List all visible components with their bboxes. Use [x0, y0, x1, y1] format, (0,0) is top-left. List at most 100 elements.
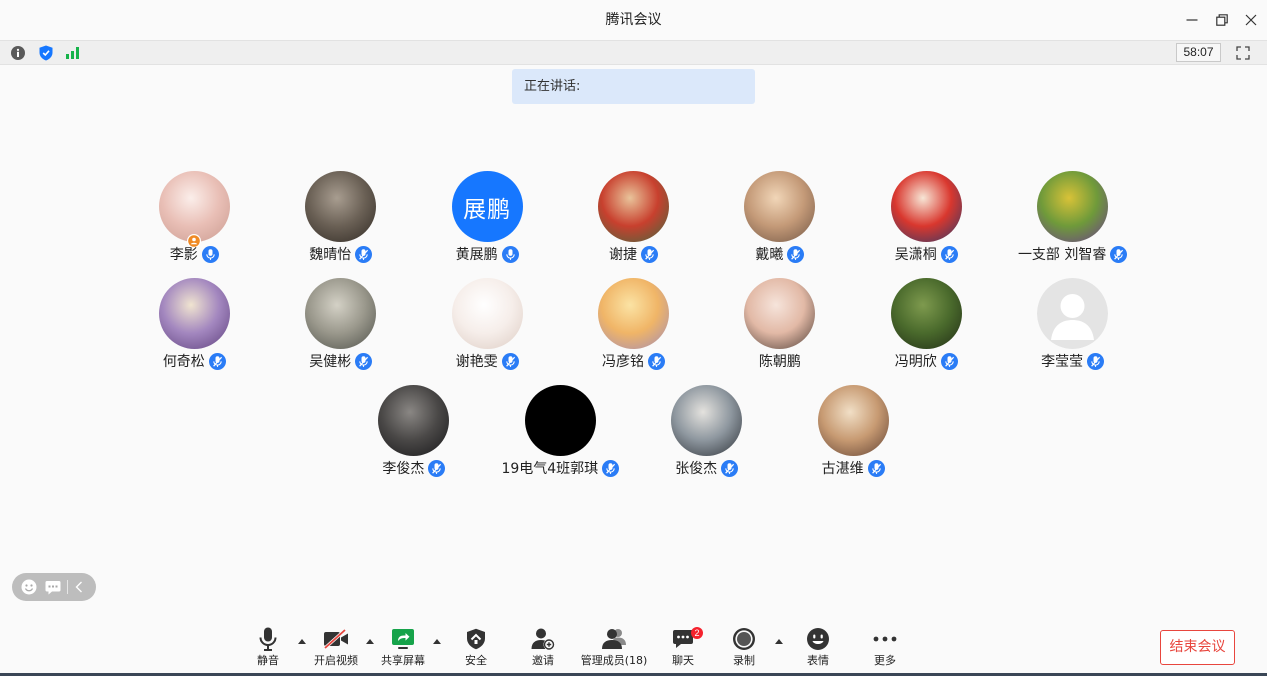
participant-avatar [1037, 278, 1109, 349]
participant-tile[interactable]: 谢艳雯 [414, 278, 560, 385]
participant-tile[interactable]: 何奇松 [121, 278, 267, 385]
info-button[interactable] [9, 43, 27, 62]
participant-tile[interactable]: 张俊杰 [634, 385, 780, 492]
participant-name-row: 古湛维 [780, 458, 926, 478]
microphone-muted-icon [647, 352, 665, 370]
participant-tile[interactable]: 陈朝鹏 [707, 278, 853, 385]
participant-name: 谢艳雯 [455, 354, 498, 370]
reactions-label: 表情 [807, 654, 829, 667]
caret-up-icon [298, 638, 306, 644]
participant-tile[interactable]: 戴曦 [707, 171, 853, 278]
manage-members-button[interactable]: 管理成员(18) [580, 626, 648, 670]
participant-name-row: 何奇松 [121, 351, 267, 371]
participant-tile[interactable]: 19电气4班郭琪 [487, 385, 633, 492]
record-button[interactable]: 录制 [716, 626, 772, 670]
record-options-button[interactable] [773, 633, 785, 649]
mute-button[interactable]: 静音 [240, 626, 296, 670]
participant-tile[interactable]: 冯彦铭 [560, 278, 706, 385]
audio-options-button[interactable] [296, 633, 308, 649]
microphone-muted-icon [355, 352, 373, 370]
participant-name-row: 李莹莹 [999, 351, 1145, 371]
end-meeting-button[interactable]: 结束会议 [1160, 630, 1235, 665]
participant-avatar: 展鹏 [451, 171, 523, 242]
participant-name-row: 19电气4班郭琪 [487, 458, 633, 478]
mute-label: 静音 [257, 654, 279, 667]
start-video-button[interactable]: 开启视频 [308, 626, 364, 670]
meeting-timer: 58:07 [1176, 43, 1221, 62]
security-button[interactable] [37, 43, 55, 62]
participant-tile[interactable]: 古湛维 [780, 385, 926, 492]
chat-label: 聊天 [672, 654, 694, 667]
participant-avatar [305, 278, 377, 349]
participant-avatar [305, 171, 377, 242]
share-options-button[interactable] [431, 633, 443, 649]
microphone-muted-icon [787, 245, 805, 263]
reaction-button[interactable] [19, 577, 39, 597]
security-shield-icon [39, 45, 53, 61]
share-screen-button[interactable]: 共享屏幕 [375, 626, 431, 670]
participant-avatar [158, 171, 230, 242]
floating-divider [67, 580, 68, 594]
caret-up-icon [775, 638, 783, 644]
floating-toolbar [12, 573, 96, 601]
participant-tile[interactable]: 吴潇桐 [853, 171, 999, 278]
invite-user-icon [515, 626, 571, 652]
microphone-muted-icon [721, 459, 739, 477]
microphone-muted-icon [208, 352, 226, 370]
participant-tile[interactable]: 李影 [121, 171, 267, 278]
start-video-label: 开启视频 [314, 654, 358, 667]
participant-avatar [451, 278, 523, 349]
participant-avatar [524, 385, 596, 456]
security-settings-button[interactable]: 安全 [448, 626, 504, 670]
members-icon [586, 626, 642, 652]
participant-tile[interactable]: 谢捷 [560, 171, 706, 278]
participant-name: 吴潇桐 [894, 247, 937, 263]
participant-avatar [890, 171, 962, 242]
microphone-icon [240, 626, 296, 652]
security-label: 安全 [465, 654, 487, 667]
caret-up-icon [366, 638, 374, 644]
participant-tile[interactable]: 李莹莹 [999, 278, 1145, 385]
chat-button[interactable]: 2 聊天 [655, 626, 711, 670]
participant-tile[interactable]: 吴健彬 [268, 278, 414, 385]
participant-name: 戴曦 [755, 247, 784, 263]
chat-bubble-icon [45, 580, 61, 595]
participant-name: 吴健彬 [309, 354, 352, 370]
microphone-icon [201, 245, 219, 263]
participant-tile[interactable]: 冯明欣 [853, 278, 999, 385]
reactions-button[interactable]: 表情 [790, 626, 846, 670]
chat-toggle-button[interactable] [43, 577, 63, 597]
speaking-indicator: 正在讲话: [512, 69, 755, 104]
record-icon [716, 626, 772, 652]
participant-grid: 李影 魏晴怡 展鹏 黄展鹏 谢捷 戴曦 吴潇桐 一支部 刘智睿 何奇松 吴健彬 谢艳雯 冯彦铭 陈朝鹏冯… [121, 171, 1146, 492]
participant-name: 冯明欣 [894, 354, 937, 370]
participant-avatar [597, 278, 669, 349]
participant-name: 一支部 刘智睿 [1017, 247, 1107, 263]
fullscreen-icon [1236, 45, 1250, 60]
participant-avatar [817, 385, 889, 456]
participant-name: 黄展鹏 [455, 247, 498, 263]
more-button[interactable]: 更多 [857, 626, 913, 670]
participant-name: 谢捷 [608, 247, 637, 263]
participant-tile[interactable]: 展鹏黄展鹏 [414, 171, 560, 278]
participant-avatar [378, 385, 450, 456]
close-icon [1245, 14, 1257, 26]
microphone-muted-icon [1110, 245, 1128, 263]
microphone-muted-icon [940, 245, 958, 263]
minimize-button[interactable] [1177, 0, 1207, 40]
manage-members-label: 管理成员(18) [580, 654, 648, 667]
collapse-button[interactable] [71, 577, 87, 597]
participant-tile[interactable]: 李俊杰 [341, 385, 487, 492]
microphone-icon [501, 245, 519, 263]
default-avatar-icon [1037, 278, 1109, 349]
network-status-button[interactable] [64, 43, 82, 62]
minimize-icon [1186, 14, 1198, 26]
close-button[interactable] [1236, 0, 1266, 40]
shield-icon [448, 626, 504, 652]
record-label: 录制 [733, 654, 755, 667]
fullscreen-button[interactable] [1234, 43, 1252, 62]
restore-button[interactable] [1207, 0, 1237, 40]
invite-button[interactable]: 邀请 [515, 626, 571, 670]
participant-tile[interactable]: 一支部 刘智睿 [999, 171, 1145, 278]
participant-tile[interactable]: 魏晴怡 [268, 171, 414, 278]
